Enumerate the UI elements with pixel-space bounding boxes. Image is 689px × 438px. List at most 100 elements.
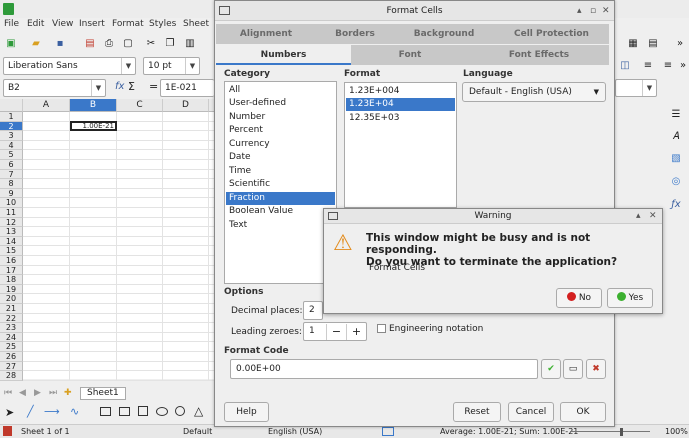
open-folder-icon[interactable]: ▰ bbox=[28, 36, 44, 51]
close-icon[interactable]: ✕ bbox=[602, 1, 610, 21]
category-list[interactable]: All User-defined Number Percent Currency… bbox=[224, 81, 337, 284]
tab-cell-protection[interactable]: Cell Protection bbox=[494, 24, 609, 44]
ellipse-icon[interactable] bbox=[156, 407, 168, 416]
prev-sheet-icon[interactable]: ◀ bbox=[19, 388, 26, 398]
menu-styles[interactable]: Styles bbox=[149, 19, 176, 29]
first-sheet-icon[interactable]: ⏮ bbox=[4, 388, 12, 398]
print-icon[interactable]: ⎙ bbox=[101, 36, 117, 51]
plus-icon[interactable]: + bbox=[346, 324, 366, 340]
chevron-down-icon[interactable]: ▼ bbox=[91, 80, 105, 96]
menu-format[interactable]: Format bbox=[112, 19, 144, 29]
chevron-down-icon[interactable]: ▼ bbox=[642, 80, 656, 96]
maximize-icon[interactable]: ▫ bbox=[590, 1, 596, 21]
category-item[interactable]: Scientific bbox=[226, 178, 335, 191]
export-pdf-icon[interactable]: ▤ bbox=[82, 36, 98, 51]
decrease-indent-icon[interactable]: ≡ bbox=[660, 58, 676, 73]
sidebar-menu-icon[interactable]: ☰ bbox=[668, 107, 684, 122]
row-header[interactable]: 17 bbox=[0, 265, 23, 276]
row-header[interactable]: 7 bbox=[0, 169, 23, 180]
row-header[interactable]: 14 bbox=[0, 236, 23, 247]
tab-background[interactable]: Background bbox=[394, 24, 494, 44]
row-header[interactable]: 1 bbox=[0, 112, 23, 122]
menu-view[interactable]: View bbox=[52, 19, 73, 29]
circle-icon[interactable] bbox=[175, 406, 185, 416]
row-header[interactable]: 5 bbox=[0, 150, 23, 160]
help-button[interactable]: Help bbox=[224, 402, 269, 422]
tab-borders[interactable]: Borders bbox=[316, 24, 394, 44]
column-header-a[interactable]: A bbox=[23, 99, 70, 112]
function-wizard-icon[interactable]: fx bbox=[115, 81, 124, 92]
arrow-line-icon[interactable]: ⟶ bbox=[44, 405, 60, 418]
freeze-rows-icon[interactable]: ▤ bbox=[645, 36, 661, 51]
formula-icon[interactable]: = bbox=[149, 80, 158, 93]
functions-icon[interactable]: ƒx bbox=[668, 197, 684, 212]
category-item[interactable]: Percent bbox=[226, 124, 335, 137]
fontbar-overflow-icon[interactable]: » bbox=[675, 58, 689, 73]
square-icon[interactable] bbox=[138, 406, 148, 416]
row-header[interactable]: 10 bbox=[0, 198, 23, 208]
row-header[interactable]: 2 bbox=[0, 121, 23, 132]
navigator-icon[interactable]: ◎ bbox=[668, 174, 684, 189]
format-code-input[interactable]: 0.00E+00 bbox=[230, 359, 538, 379]
category-item-selected[interactable]: Fraction bbox=[226, 192, 335, 205]
font-size-combo[interactable]: 10 pt ▼ bbox=[143, 57, 200, 75]
category-item[interactable]: All bbox=[226, 84, 335, 97]
category-item[interactable]: User-defined bbox=[226, 97, 335, 110]
menu-edit[interactable]: Edit bbox=[27, 19, 44, 29]
tab-font[interactable]: Font bbox=[351, 45, 469, 65]
row-header[interactable]: 18 bbox=[0, 275, 23, 285]
format-item[interactable]: 12.35E+03 bbox=[346, 112, 455, 125]
rectangle-rounded-icon[interactable] bbox=[119, 407, 130, 416]
row-header[interactable]: 12 bbox=[0, 217, 23, 228]
row-header[interactable]: 28 bbox=[0, 371, 23, 381]
gallery-icon[interactable]: ▧ bbox=[668, 151, 684, 166]
row-header[interactable]: 3 bbox=[0, 131, 23, 141]
tab-alignment[interactable]: Alignment bbox=[216, 24, 316, 44]
sheet-tab-sheet1[interactable]: Sheet1 bbox=[80, 387, 126, 400]
copy-icon[interactable]: ❐ bbox=[162, 36, 178, 51]
category-item[interactable]: Boolean Value bbox=[226, 205, 335, 218]
row-header[interactable]: 16 bbox=[0, 256, 23, 266]
category-item[interactable]: Currency bbox=[226, 138, 335, 151]
category-item[interactable]: Time bbox=[226, 165, 335, 178]
select-all-corner[interactable] bbox=[0, 99, 23, 112]
category-item[interactable]: Date bbox=[226, 151, 335, 164]
format-list[interactable]: 1.23E+004 1.23E+04 12.35E+03 bbox=[344, 82, 457, 208]
save-icon[interactable]: ▪ bbox=[52, 36, 68, 51]
menu-file[interactable]: File bbox=[4, 19, 19, 29]
yes-button[interactable]: Yes bbox=[607, 288, 653, 308]
last-sheet-icon[interactable]: ⏭ bbox=[49, 388, 57, 398]
name-box[interactable]: B2 ▼ bbox=[3, 79, 106, 97]
next-sheet-icon[interactable]: ▶ bbox=[34, 388, 41, 398]
category-item[interactable]: Number bbox=[226, 111, 335, 124]
zoom-slider-handle[interactable] bbox=[620, 428, 623, 436]
decimal-places-input[interactable]: 2 bbox=[303, 301, 323, 320]
rectangle-icon[interactable] bbox=[100, 407, 111, 416]
row-header[interactable]: 6 bbox=[0, 160, 23, 170]
row-header[interactable]: 23 bbox=[0, 323, 23, 333]
column-header-b[interactable]: B bbox=[70, 99, 117, 112]
minimize-icon[interactable]: ▴ bbox=[636, 209, 641, 224]
row-header[interactable]: 8 bbox=[0, 179, 23, 189]
format-item[interactable]: 1.23E+004 bbox=[346, 85, 455, 98]
row-header[interactable]: 15 bbox=[0, 246, 23, 256]
paste-icon[interactable]: ▥ bbox=[182, 36, 198, 51]
minimize-icon[interactable]: ▴ bbox=[577, 1, 582, 21]
increase-indent-icon[interactable]: ≡ bbox=[640, 58, 656, 73]
spreadsheet-grid[interactable]: A B C D 1 2 3 4 5 6 7 8 9 10 11 12 13 14 15 16 17 18 19 20 2… bbox=[0, 99, 215, 381]
delete-format-button[interactable]: ✖ bbox=[586, 359, 606, 379]
no-button[interactable]: No bbox=[556, 288, 602, 308]
column-header-d[interactable]: D bbox=[163, 99, 209, 112]
row-header[interactable]: 24 bbox=[0, 332, 23, 343]
language-select[interactable]: Default - English (USA) ▼ bbox=[462, 82, 606, 102]
column-header-c[interactable]: C bbox=[117, 99, 163, 112]
font-name-combo[interactable]: Liberation Sans ▼ bbox=[3, 57, 136, 75]
close-icon[interactable]: ✕ bbox=[649, 209, 657, 224]
reset-button[interactable]: Reset bbox=[453, 402, 501, 422]
row-header[interactable]: 21 bbox=[0, 304, 23, 314]
cancel-button[interactable]: Cancel bbox=[508, 402, 554, 422]
row-header[interactable]: 27 bbox=[0, 361, 23, 372]
decrease-decimal-icon[interactable]: ◫ bbox=[617, 58, 633, 73]
apply-format-code-button[interactable]: ✔ bbox=[541, 359, 561, 379]
tab-numbers[interactable]: Numbers bbox=[216, 45, 351, 65]
